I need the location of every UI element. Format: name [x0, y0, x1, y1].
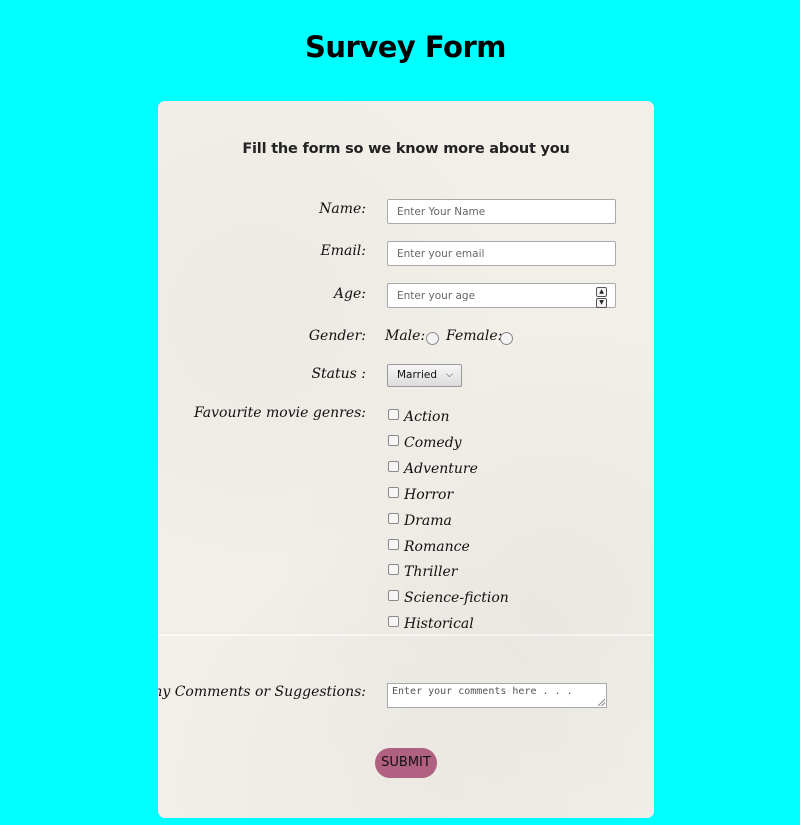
status-selected-value: Married [397, 369, 437, 381]
genre-drama-checkbox[interactable] [388, 513, 399, 524]
stepper-up-icon[interactable]: ▲ [596, 287, 607, 297]
genre-comedy-checkbox[interactable] [388, 435, 399, 446]
comments-textarea[interactable]: Enter your comments here . . . [387, 683, 607, 708]
card-divider [158, 634, 654, 636]
genre-horror-checkbox[interactable] [388, 487, 399, 498]
genre-historical-label: Historical [404, 616, 474, 632]
comments-label: Any Comments or Suggestions: [158, 684, 366, 700]
age-stepper[interactable]: ▲ ▼ [596, 287, 607, 308]
genre-adventure-checkbox[interactable] [388, 461, 399, 472]
genre-horror-label: Horror [404, 487, 454, 503]
name-input[interactable] [387, 199, 616, 224]
genre-science-fiction-label: Science-fiction [404, 590, 509, 606]
genre-romance-checkbox[interactable] [388, 539, 399, 550]
status-label: Status : [311, 366, 366, 382]
genre-action-label: Action [404, 409, 450, 425]
gender-male-radio[interactable] [426, 332, 439, 345]
age-label: Age: [333, 286, 366, 302]
status-select[interactable]: Married ⌵ [387, 364, 462, 387]
gender-female-label: Female: [446, 328, 503, 344]
genre-comedy-label: Comedy [404, 435, 462, 451]
genres-label: Favourite movie genres: [194, 405, 366, 421]
genre-action-checkbox[interactable] [388, 409, 399, 420]
gender-female-radio[interactable] [500, 332, 513, 345]
gender-label: Gender: [308, 328, 366, 344]
page-title: Survey Form [305, 30, 506, 64]
genre-historical-checkbox[interactable] [388, 616, 399, 627]
submit-button[interactable]: SUBMIT [375, 748, 437, 778]
chevron-down-icon: ⌵ [446, 370, 453, 380]
email-input[interactable] [387, 241, 616, 266]
genre-adventure-label: Adventure [404, 461, 478, 477]
genre-thriller-checkbox[interactable] [388, 564, 399, 575]
genre-science-fiction-checkbox[interactable] [388, 590, 399, 601]
stepper-down-icon[interactable]: ▼ [596, 298, 607, 308]
resize-grip-icon[interactable] [598, 699, 605, 706]
age-input[interactable] [387, 283, 616, 308]
survey-form-card: Fill the form so we know more about you … [158, 101, 654, 818]
comments-placeholder: Enter your comments here . . . [392, 686, 573, 697]
genre-thriller-label: Thriller [404, 564, 458, 580]
genre-drama-label: Drama [404, 513, 452, 529]
genre-romance-label: Romance [404, 539, 470, 555]
name-label: Name: [319, 201, 366, 217]
gender-male-label: Male: [385, 328, 426, 344]
form-subtitle: Fill the form so we know more about you [242, 141, 570, 157]
email-label: Email: [320, 243, 366, 259]
